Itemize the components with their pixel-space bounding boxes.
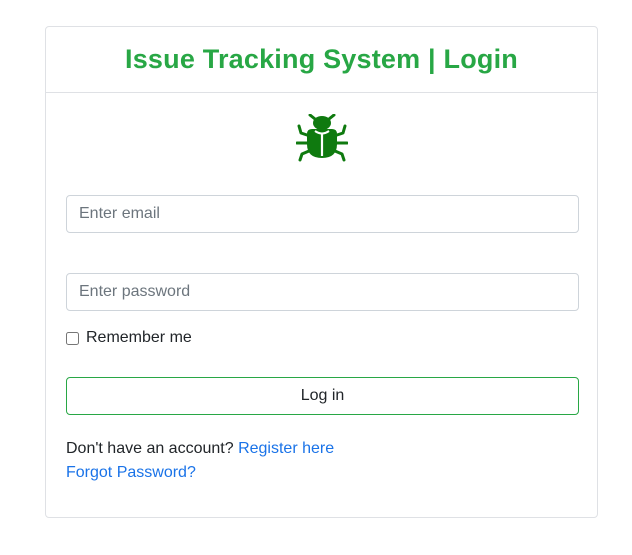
- remember-me-checkbox[interactable]: [66, 331, 79, 345]
- login-button[interactable]: Log in: [66, 377, 579, 415]
- page-title: Issue Tracking System | Login: [125, 44, 518, 74]
- register-link[interactable]: Register here: [238, 440, 334, 457]
- account-links: Don't have an account? Register here For…: [66, 437, 334, 485]
- register-row: Don't have an account? Register here: [66, 437, 334, 461]
- card-header: Issue Tracking System | Login: [46, 27, 597, 93]
- forgot-password-link[interactable]: Forgot Password?: [66, 464, 196, 481]
- remember-me[interactable]: Remember me: [66, 329, 192, 347]
- forgot-row: Forgot Password?: [66, 461, 334, 485]
- remember-me-label: Remember me: [86, 329, 192, 346]
- bug-icon: [295, 114, 348, 162]
- login-card: Issue Tracking System | Login Enter emai…: [45, 26, 598, 518]
- register-prompt: Don't have an account?: [66, 440, 234, 457]
- password-field[interactable]: [66, 273, 579, 311]
- logo: [46, 114, 597, 162]
- email-field[interactable]: [66, 195, 579, 233]
